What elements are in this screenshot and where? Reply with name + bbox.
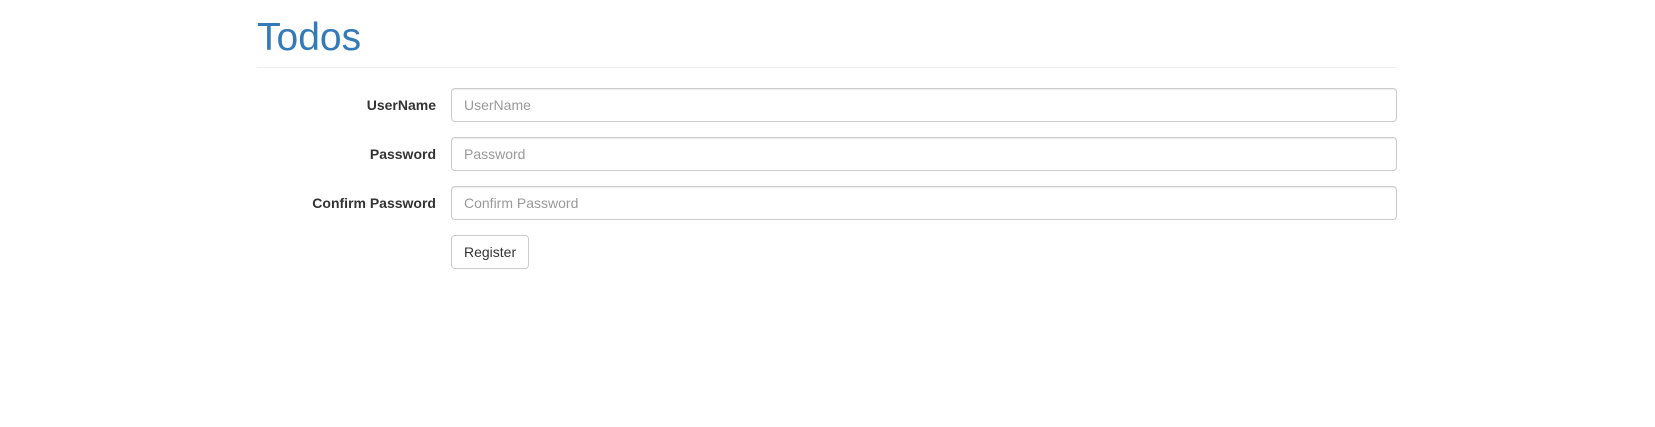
page-header: Todos <box>257 0 1397 68</box>
username-form-group: UserName <box>257 88 1397 122</box>
submit-form-group: Register <box>257 235 1397 269</box>
password-input[interactable] <box>451 137 1397 171</box>
username-input[interactable] <box>451 88 1397 122</box>
username-label: UserName <box>366 97 436 113</box>
page-title: Todos <box>257 16 362 59</box>
confirm-password-form-group: Confirm Password <box>257 186 1397 220</box>
confirm-password-input[interactable] <box>451 186 1397 220</box>
confirm-password-label: Confirm Password <box>312 195 436 211</box>
password-label: Password <box>369 146 436 162</box>
page-container: Todos UserName Password Confirm Password… <box>257 0 1397 269</box>
register-button[interactable]: Register <box>451 235 530 269</box>
password-form-group: Password <box>257 137 1397 171</box>
